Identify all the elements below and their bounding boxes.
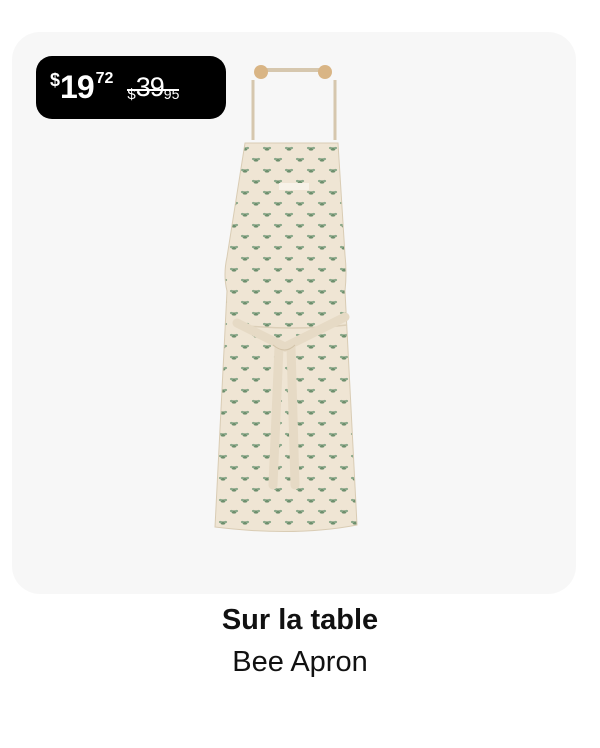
currency-symbol: $ bbox=[50, 70, 61, 90]
product-name[interactable]: Bee Apron bbox=[0, 646, 600, 679]
current-price-whole: 19 bbox=[60, 69, 95, 105]
original-price-whole: 39 bbox=[135, 72, 165, 102]
original-price: $ 39 95 bbox=[127, 72, 180, 103]
product-brand[interactable]: Sur la table bbox=[0, 604, 600, 637]
apron-image[interactable] bbox=[195, 55, 395, 545]
current-price-cents: 72 bbox=[95, 70, 114, 87]
strikethrough bbox=[127, 89, 180, 92]
